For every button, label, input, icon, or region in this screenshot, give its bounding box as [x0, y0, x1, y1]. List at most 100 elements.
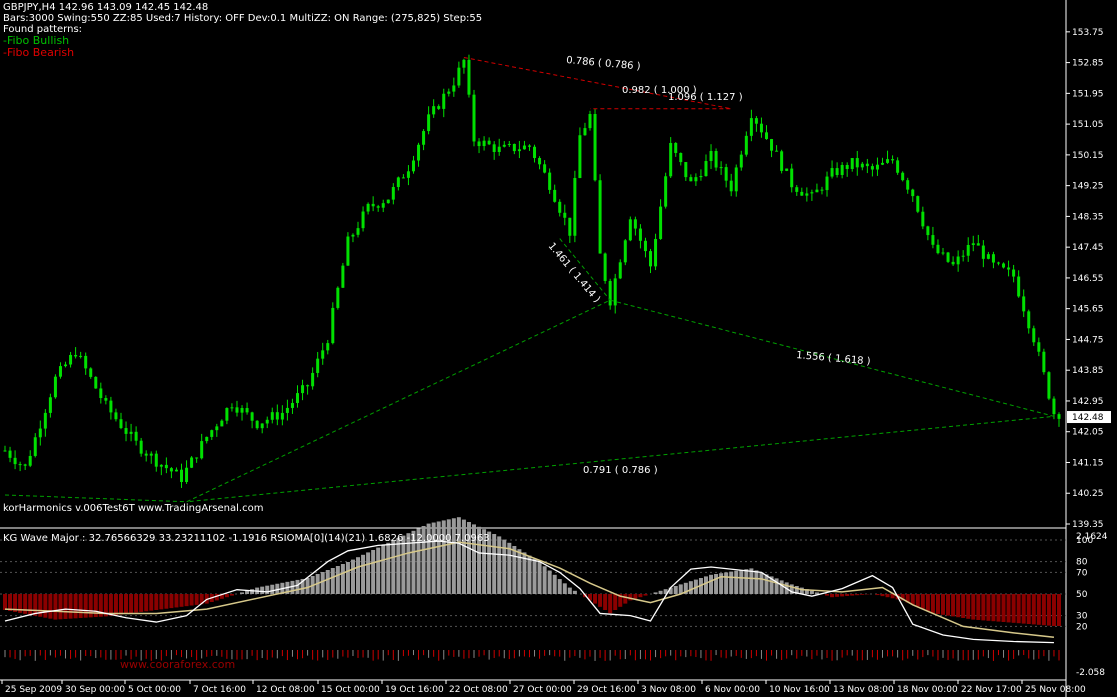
candle-body — [285, 407, 289, 413]
time-tick-label: 19 Oct 16:00 — [385, 685, 444, 695]
signal-tick — [881, 650, 883, 658]
candle-body — [74, 354, 78, 357]
candle-body — [250, 412, 254, 421]
candle-body — [1037, 342, 1041, 352]
price-tick-label: 146.55 — [1072, 274, 1104, 284]
signal-tick — [236, 650, 238, 660]
candle-body — [527, 145, 531, 147]
histogram-bar — [124, 594, 129, 614]
histogram-bar — [542, 566, 547, 594]
candle-body — [295, 393, 299, 403]
histogram-bar — [250, 589, 255, 594]
signal-tick — [750, 650, 752, 659]
histogram-bar — [134, 594, 139, 613]
time-tick-label: 22 Nov 17:00 — [961, 685, 1022, 695]
signal-tick — [1058, 650, 1060, 661]
price-tick-label: 142.05 — [1072, 428, 1104, 438]
histogram-bar — [709, 574, 714, 594]
signal-tick — [59, 650, 61, 656]
candle-body — [976, 243, 980, 246]
signal-tick — [816, 650, 818, 656]
signal-tick — [745, 650, 747, 659]
histogram-bar — [512, 546, 517, 594]
candle-body — [633, 219, 637, 229]
price-tick-label: 144.75 — [1072, 335, 1104, 345]
signal-tick — [680, 650, 682, 657]
time-tick-label: 25 Nov 08:00 — [1025, 685, 1086, 695]
signal-tick — [513, 650, 515, 659]
signal-tick — [912, 650, 914, 656]
candle-body — [906, 180, 910, 190]
candle-body — [104, 398, 108, 401]
signal-tick — [806, 650, 808, 657]
histogram-bar — [381, 545, 386, 594]
signal-tick — [544, 650, 546, 656]
candle-body — [265, 419, 269, 424]
candle-body — [174, 469, 178, 472]
candle-body — [931, 235, 935, 245]
candle-body — [200, 441, 204, 459]
candle-body — [336, 287, 340, 308]
candle-body — [512, 143, 516, 152]
histogram-bar — [598, 594, 603, 607]
candle-body — [94, 376, 98, 389]
histogram-bar — [1036, 594, 1041, 625]
signal-tick — [191, 650, 193, 658]
signal-tick — [811, 650, 813, 660]
candle-body — [921, 211, 925, 227]
signal-tick — [977, 650, 979, 660]
histogram-bar — [1006, 594, 1011, 623]
signal-tick — [438, 650, 440, 661]
time-tick-label: 22 Oct 08:00 — [449, 685, 508, 695]
histogram-bar — [446, 519, 451, 594]
candle-body — [185, 467, 189, 482]
time-axis: 25 Sep 2009 30 Sep 00:00 5 Oct 00:00 7 Oct … — [1, 680, 1086, 695]
candle-body — [946, 252, 950, 262]
signal-tick — [493, 650, 495, 658]
candle-body — [487, 140, 491, 145]
osc-tick-label: 80 — [1076, 558, 1088, 568]
signal-tick — [1028, 650, 1030, 659]
candle-body — [800, 191, 804, 196]
candle-body — [996, 262, 1000, 264]
candle-body — [573, 178, 577, 236]
histogram-bar — [910, 594, 915, 605]
candle-body — [538, 158, 542, 165]
histogram-bar — [356, 557, 361, 594]
histogram-bar — [850, 594, 855, 596]
histogram-bar — [608, 594, 613, 614]
histogram-bar — [492, 534, 497, 594]
histogram-bar — [759, 572, 764, 594]
signal-tick — [1018, 650, 1020, 656]
signal-tick — [9, 650, 11, 658]
signal-tick — [518, 650, 520, 657]
histogram-bar — [240, 592, 245, 594]
signal-tick — [831, 650, 833, 661]
histogram-bar — [376, 547, 381, 594]
candle-body — [840, 164, 844, 175]
candle-body — [89, 368, 93, 377]
signal-tick — [871, 650, 873, 658]
histogram-bar — [734, 570, 739, 594]
histogram-bar — [567, 587, 572, 594]
time-tick-label: 10 Nov 16:00 — [769, 685, 830, 695]
histogram-bar — [623, 594, 628, 604]
candle-body — [442, 93, 446, 109]
candle-body — [316, 358, 320, 373]
histogram-bar — [265, 585, 270, 594]
price-tick-label: 148.35 — [1072, 212, 1104, 222]
signal-tick — [362, 650, 364, 658]
signal-tick — [1003, 650, 1005, 658]
signal-tick — [251, 650, 253, 656]
candle-body — [169, 468, 173, 472]
candle-body — [43, 412, 47, 429]
price-tick-label: 139.35 — [1072, 520, 1104, 530]
signal-tick — [372, 650, 374, 661]
histogram-bar — [779, 580, 784, 594]
signal-tick — [377, 650, 379, 660]
histogram-bar — [572, 590, 577, 594]
signal-tick — [165, 650, 167, 657]
candle-body — [684, 162, 688, 178]
candle-body — [623, 240, 627, 263]
signal-tick — [1023, 650, 1025, 656]
